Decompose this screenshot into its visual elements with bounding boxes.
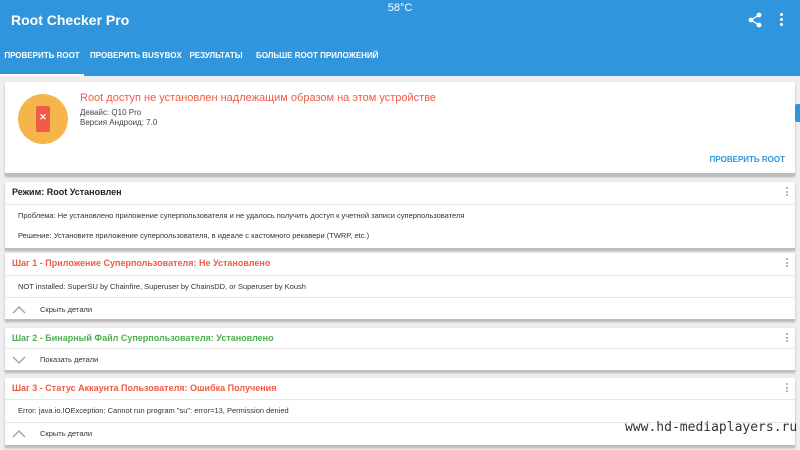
close-icon: ✕ [39, 112, 47, 122]
mode-title: Режим: Root Установлен [12, 187, 122, 197]
chevron-up-icon[interactable] [12, 430, 26, 438]
mode-card: Режим: Root Установлен Проблема: Не уста… [5, 182, 795, 250]
step-title: Шаг 1 - Приложение Суперпользователя: Не… [12, 258, 271, 268]
tab-check-busybox[interactable]: ПРОВЕРИТЬ BUSYBOX [90, 44, 182, 76]
more-vert-icon[interactable] [785, 258, 788, 269]
device-name: Девайс: Q10 Pro [80, 108, 142, 117]
divider [5, 348, 795, 349]
hide-details-button[interactable]: Скрыть детали [40, 429, 92, 438]
tab-label: ПРОВЕРИТЬ BUSYBOX [90, 51, 182, 60]
step-card-2: Шаг 2 - Бинарный Файл Суперпользователя:… [5, 328, 795, 372]
more-vert-icon[interactable] [778, 13, 784, 27]
tab-results[interactable]: РЕЗУЛЬТАТЫ [186, 44, 246, 76]
chevron-up-icon[interactable] [12, 306, 26, 314]
hide-details-button[interactable]: Скрыть детали [40, 305, 92, 314]
phone-error-icon: ✕ [18, 94, 68, 144]
chevron-down-icon[interactable] [12, 356, 26, 364]
root-status-card: ✕ Root доступ не установлен надлежащим о… [5, 82, 795, 176]
root-status-title: Root доступ не установлен надлежащим обр… [80, 92, 437, 104]
more-vert-icon[interactable] [785, 333, 788, 344]
phone-icon: ✕ [36, 106, 50, 132]
app-title: Root Checker Pro [11, 12, 130, 28]
app-bar: 58°C Root Checker Pro ПРОВЕРИТЬ ROOT ПРО… [0, 0, 800, 76]
divider [5, 297, 795, 298]
step-title: Шаг 2 - Бинарный Файл Суперпользователя:… [12, 333, 274, 343]
watermark: www.hd-mediaplayers.ru [625, 420, 798, 435]
step-detail: NOT installed: SuperSU by Chainfire, Sup… [18, 282, 306, 291]
tab-label: РЕЗУЛЬТАТЫ [189, 51, 243, 60]
tab-label: ПРОВЕРИТЬ ROOT [4, 51, 80, 60]
active-tab-indicator [0, 74, 84, 76]
step-card-1: Шаг 1 - Приложение Суперпользователя: Не… [5, 253, 795, 321]
tab-bar: ПРОВЕРИТЬ ROOT ПРОВЕРИТЬ BUSYBOX РЕЗУЛЬТ… [0, 44, 800, 76]
check-root-button[interactable]: ПРОВЕРИТЬ ROOT [710, 155, 785, 164]
step-title: Шаг 3 - Статус Аккаунта Пользователя: Ош… [12, 383, 277, 393]
step-card-3: Шаг 3 - Статус Аккаунта Пользователя: Ош… [5, 378, 795, 447]
divider [5, 399, 795, 400]
more-vert-icon[interactable] [785, 383, 788, 394]
solution-text: Решение: Установите приложение суперполь… [18, 231, 370, 240]
divider [5, 275, 795, 276]
more-vert-icon[interactable] [785, 187, 788, 198]
tab-label: БОЛЬШЕ ROOT ПРИЛОЖЕНИЙ [256, 51, 379, 60]
tab-more-root-apps[interactable]: БОЛЬШЕ ROOT ПРИЛОЖЕНИЙ [256, 44, 378, 76]
divider [5, 204, 795, 205]
android-version: Версия Андроид: 7.0 [80, 118, 158, 127]
edge-tab [795, 104, 800, 122]
tab-check-root[interactable]: ПРОВЕРИТЬ ROOT [0, 44, 84, 76]
problem-text: Проблема: Не установлено приложение супе… [18, 211, 465, 220]
show-details-button[interactable]: Показать детали [40, 355, 98, 364]
step-detail: Error: java.io.IOException: Cannot run p… [18, 406, 289, 415]
share-icon[interactable] [748, 12, 762, 28]
